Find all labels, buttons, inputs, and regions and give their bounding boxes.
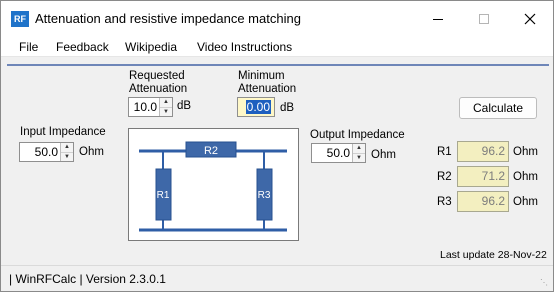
minimum-attenuation-unit: dB: [280, 102, 295, 114]
main-panel: Requested Attenuation 10.0 ▲ ▼ dB Minimu…: [1, 58, 553, 265]
circuit-schematic: R2 R1 R3: [139, 141, 287, 232]
status-text: | WinRFCalc | Version 2.3.0.1: [9, 272, 166, 286]
output-impedance-value[interactable]: 50.0: [312, 144, 352, 162]
close-icon: [524, 13, 536, 25]
input-impedance-unit: Ohm: [79, 146, 104, 158]
menu-feedback[interactable]: Feedback: [56, 40, 109, 54]
spin-down-icon[interactable]: ▼: [61, 151, 73, 161]
result-r3-unit: Ohm: [513, 196, 538, 208]
last-update-text: Last update 28-Nov-22: [440, 249, 547, 261]
app-window: RF Attenuation and resistive impedance m…: [0, 0, 554, 292]
result-r3-label: R3: [437, 196, 452, 208]
close-button[interactable]: [507, 1, 553, 37]
menu-wikipedia[interactable]: Wikipedia: [125, 40, 177, 54]
app-icon: RF: [11, 11, 29, 27]
input-impedance-value[interactable]: 50.0: [20, 143, 60, 161]
spin-up-icon[interactable]: ▲: [61, 143, 73, 152]
minimum-attenuation-field[interactable]: 0.00: [237, 97, 275, 117]
result-r2-label: R2: [437, 171, 452, 183]
result-r1-value: 96.2: [457, 141, 509, 162]
menu-bar: File Feedback Wikipedia Video Instructio…: [1, 37, 553, 57]
menu-video-instructions[interactable]: Video Instructions: [197, 40, 292, 54]
maximize-icon: [479, 14, 489, 24]
requested-attenuation-value[interactable]: 10.0: [129, 98, 159, 116]
spin-down-icon[interactable]: ▼: [160, 106, 172, 116]
minimize-button[interactable]: [415, 1, 461, 37]
minimum-attenuation-value[interactable]: 0.00: [245, 100, 271, 114]
input-impedance-label: Input Impedance: [20, 126, 106, 138]
minimum-attenuation-label: Minimum Attenuation: [238, 70, 297, 95]
title-bar: RF Attenuation and resistive impedance m…: [1, 1, 553, 37]
requested-attenuation-spinner[interactable]: 10.0 ▲ ▼: [128, 97, 173, 117]
spin-up-icon[interactable]: ▲: [160, 98, 172, 107]
spin-down-icon[interactable]: ▼: [353, 152, 365, 162]
r1-label: R1: [157, 190, 170, 201]
menu-file[interactable]: File: [19, 40, 38, 54]
r3-label: R3: [258, 190, 271, 201]
maximize-button[interactable]: [461, 1, 507, 37]
result-r3-value: 96.2: [457, 191, 509, 212]
output-impedance-unit: Ohm: [371, 149, 396, 161]
requested-attenuation-unit: dB: [177, 100, 192, 112]
result-r1-label: R1: [437, 146, 452, 158]
output-impedance-spinner[interactable]: 50.0 ▲ ▼: [311, 143, 366, 163]
calculate-button[interactable]: Calculate: [459, 97, 537, 119]
result-r2-value: 71.2: [457, 166, 509, 187]
status-bar: | WinRFCalc | Version 2.3.0.1 ⋱: [1, 265, 553, 291]
separator: [7, 64, 549, 66]
result-r2-unit: Ohm: [513, 171, 538, 183]
result-r1-unit: Ohm: [513, 146, 538, 158]
pi-attenuator-diagram: R2 R1 R3: [128, 128, 299, 241]
input-impedance-spinner[interactable]: 50.0 ▲ ▼: [19, 142, 74, 162]
minimize-icon: [433, 18, 443, 20]
resize-grip-icon[interactable]: ⋱: [540, 278, 550, 288]
r2-label: R2: [204, 145, 218, 157]
output-impedance-label: Output Impedance: [310, 129, 405, 141]
window-title: Attenuation and resistive impedance matc…: [35, 11, 301, 26]
requested-attenuation-label: Requested Attenuation: [129, 70, 188, 95]
spin-up-icon[interactable]: ▲: [353, 144, 365, 153]
